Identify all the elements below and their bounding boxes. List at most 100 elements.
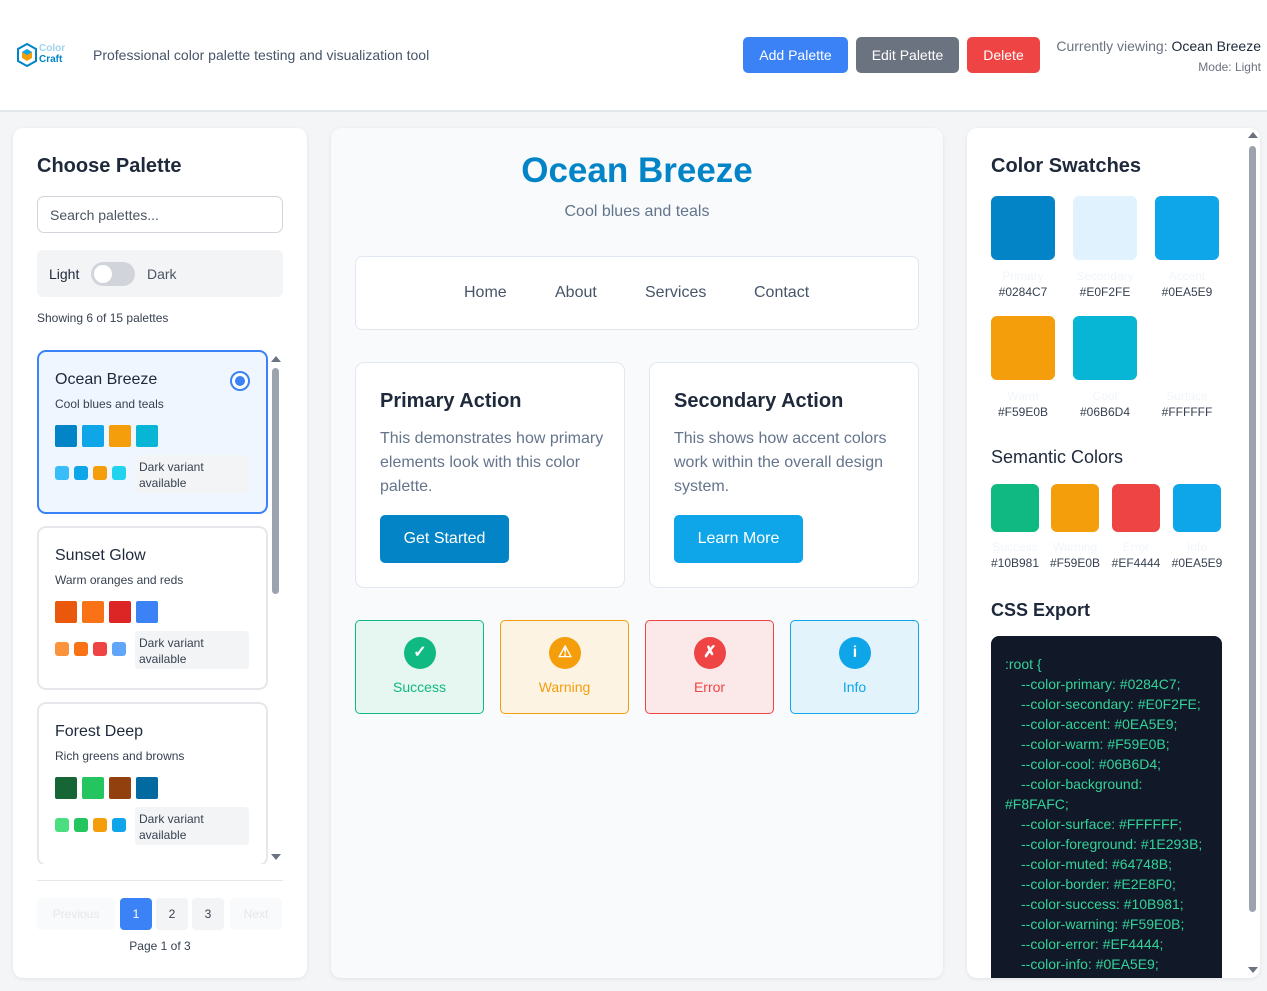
scroll-up-arrow-icon[interactable] (271, 356, 281, 362)
next-page-button[interactable]: Next (230, 898, 282, 930)
primary-text: This demonstrates how primary elements l… (380, 430, 604, 495)
swatch-hex: #0EA5E9 (1161, 285, 1213, 299)
swatch-cool[interactable] (1073, 316, 1137, 380)
page-scrollbar[interactable] (1248, 132, 1258, 975)
palette-card-forest-deep[interactable]: Forest Deep Rich greens and browns Dark … (37, 702, 268, 864)
swatch-chip (112, 818, 126, 832)
secondary-action-card: Secondary Action This shows how accent c… (649, 362, 919, 588)
palette-list: Ocean Breeze Cool blues and teals Dark v… (37, 350, 283, 864)
page-3-button[interactable]: 3 (192, 898, 224, 930)
semantic-error[interactable] (1112, 484, 1160, 532)
swatch-chip (55, 425, 77, 447)
swatch-warm[interactable] (991, 316, 1055, 380)
swatch-chip (93, 466, 107, 480)
logo-line1: Color (39, 43, 66, 54)
logo-line2: Craft (39, 54, 63, 65)
check-icon: ✓ (404, 637, 436, 669)
swatch-chip (136, 777, 158, 799)
semantic-success[interactable] (991, 484, 1039, 532)
dark-swatches (55, 466, 126, 480)
swatch-chip (55, 777, 77, 799)
swatch-name: Cool (1092, 389, 1118, 403)
swatch-hex: #FFFFFF (1161, 405, 1213, 419)
nav-home[interactable]: Home (464, 284, 507, 302)
code-line: --color-secondary: #E0F2FE; (1021, 696, 1201, 712)
preview-title: Ocean Breeze (521, 151, 753, 190)
scroll-thumb[interactable] (272, 368, 279, 594)
get-started-button[interactable]: Get Started (380, 515, 509, 563)
primary-heading: Primary Action (380, 390, 522, 412)
scroll-down-arrow-icon[interactable] (271, 854, 281, 860)
swatch-chip (74, 466, 88, 480)
viewing-name: Ocean Breeze (1171, 38, 1262, 54)
semantic-info[interactable] (1173, 484, 1221, 532)
swatch-chip (82, 777, 104, 799)
palette-name: Forest Deep (55, 723, 144, 740)
page-2-button[interactable]: 2 (156, 898, 188, 930)
secondary-text: This shows how accent colors work within… (674, 430, 887, 495)
swatch-secondary[interactable] (1073, 196, 1137, 260)
swatch-chip (112, 642, 126, 656)
css-export-code[interactable]: :root { --color-primary: #0284C7; --colo… (991, 636, 1222, 978)
preview-nav: Home About Services Contact (355, 256, 919, 330)
prev-page-button[interactable]: Previous (37, 898, 115, 930)
palette-card-ocean-breeze[interactable]: Ocean Breeze Cool blues and teals Dark v… (37, 350, 268, 514)
swatch-chip (55, 466, 69, 480)
code-line: :root { (1005, 656, 1042, 672)
palette-swatches (55, 601, 158, 623)
learn-more-button[interactable]: Learn More (674, 515, 803, 563)
info-icon: i (839, 637, 871, 669)
semantic-title: Semantic Colors (991, 447, 1124, 467)
swatch-accent[interactable] (1155, 196, 1219, 260)
code-line: --color-success: #10B981; (1021, 896, 1184, 912)
status-label: Warning (538, 679, 591, 695)
semantic-warning[interactable] (1051, 484, 1099, 532)
dark-swatches (55, 818, 126, 832)
edit-palette-button[interactable]: Edit Palette (856, 37, 959, 73)
page-indicator: Page 1 of 3 (129, 939, 191, 953)
scroll-up-arrow-icon[interactable] (1248, 132, 1258, 138)
viewing-prefix: Currently viewing: (1056, 38, 1172, 54)
swatch-chip (109, 425, 131, 447)
swatch-chip (136, 601, 158, 623)
scroll-thumb[interactable] (1249, 146, 1256, 912)
scroll-down-arrow-icon[interactable] (1248, 967, 1258, 973)
status-error: ✗ Error (645, 620, 774, 714)
swatch-primary[interactable] (991, 196, 1055, 260)
search-input[interactable] (37, 196, 283, 233)
theme-toggle-switch[interactable] (91, 262, 135, 286)
tagline: Professional color palette testing and v… (93, 47, 430, 63)
status-warning: ⚠ Warning (500, 620, 629, 714)
add-palette-button[interactable]: Add Palette (743, 37, 848, 73)
palette-desc: Rich greens and browns (55, 749, 185, 763)
palette-list-scrollbar[interactable] (271, 356, 281, 862)
logo-text: Color Craft (39, 43, 65, 65)
code-line: --color-accent: #0EA5E9; (1021, 716, 1178, 732)
preview-subtitle: Cool blues and teals (564, 203, 710, 220)
semantic-hex: #EF4444 (1111, 556, 1161, 570)
divider (37, 880, 283, 881)
semantic-hex: #0EA5E9 (1171, 556, 1223, 570)
dark-variant-badge: Dark variant available (135, 807, 249, 845)
swatch-hex: #E0F2FE (1079, 285, 1131, 299)
logo[interactable]: Color Craft (17, 42, 67, 68)
palette-swatches (55, 425, 158, 447)
palette-card-sunset-glow[interactable]: Sunset Glow Warm oranges and reds Dark v… (37, 526, 268, 690)
code-line: --color-warning: #F59E0B; (1021, 916, 1185, 932)
theme-toggle-row: Light Dark (37, 250, 283, 297)
palette-sidebar: Choose Palette Light Dark Showing 6 of 1… (13, 128, 307, 978)
swatch-chip (82, 425, 104, 447)
swatch-hex: #0284C7 (998, 285, 1048, 299)
nav-services[interactable]: Services (645, 284, 706, 302)
code-line: --color-warm: #F59E0B; (1021, 736, 1170, 752)
css-export-title: CSS Export (991, 600, 1091, 620)
swatch-surface[interactable] (1155, 316, 1219, 380)
primary-action-card: Primary Action This demonstrates how pri… (355, 362, 625, 588)
page-1-button[interactable]: 1 (120, 898, 152, 930)
code-line: --color-cool: #06B6D4; (1021, 756, 1162, 772)
nav-contact[interactable]: Contact (754, 284, 809, 302)
delete-button[interactable]: Delete (967, 37, 1040, 73)
swatch-chip (136, 425, 158, 447)
selected-radio[interactable] (230, 371, 250, 391)
nav-about[interactable]: About (555, 284, 597, 302)
